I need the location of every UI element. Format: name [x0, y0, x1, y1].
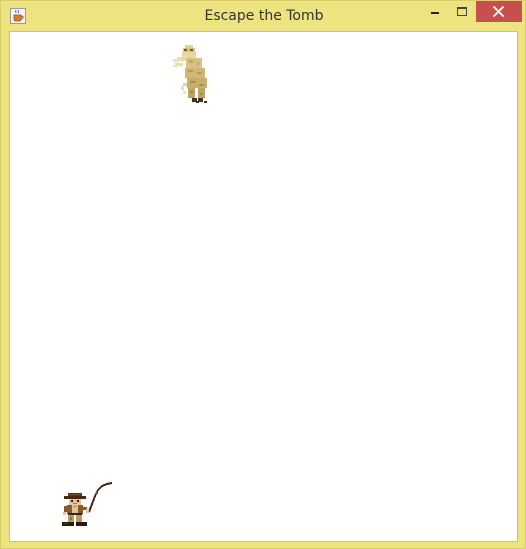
explorer-player-icon [62, 482, 113, 526]
maximize-button[interactable] [448, 1, 475, 22]
minimize-icon [431, 12, 439, 14]
mummy-enemy-icon [173, 45, 207, 103]
title-bar[interactable]: Escape the Tomb [1, 1, 526, 31]
close-button[interactable] [476, 1, 522, 22]
close-icon [493, 6, 504, 17]
game-canvas[interactable] [9, 31, 518, 542]
maximize-icon [457, 7, 467, 16]
minimize-button[interactable] [420, 1, 448, 22]
game-window: Escape the Tomb [0, 0, 526, 549]
